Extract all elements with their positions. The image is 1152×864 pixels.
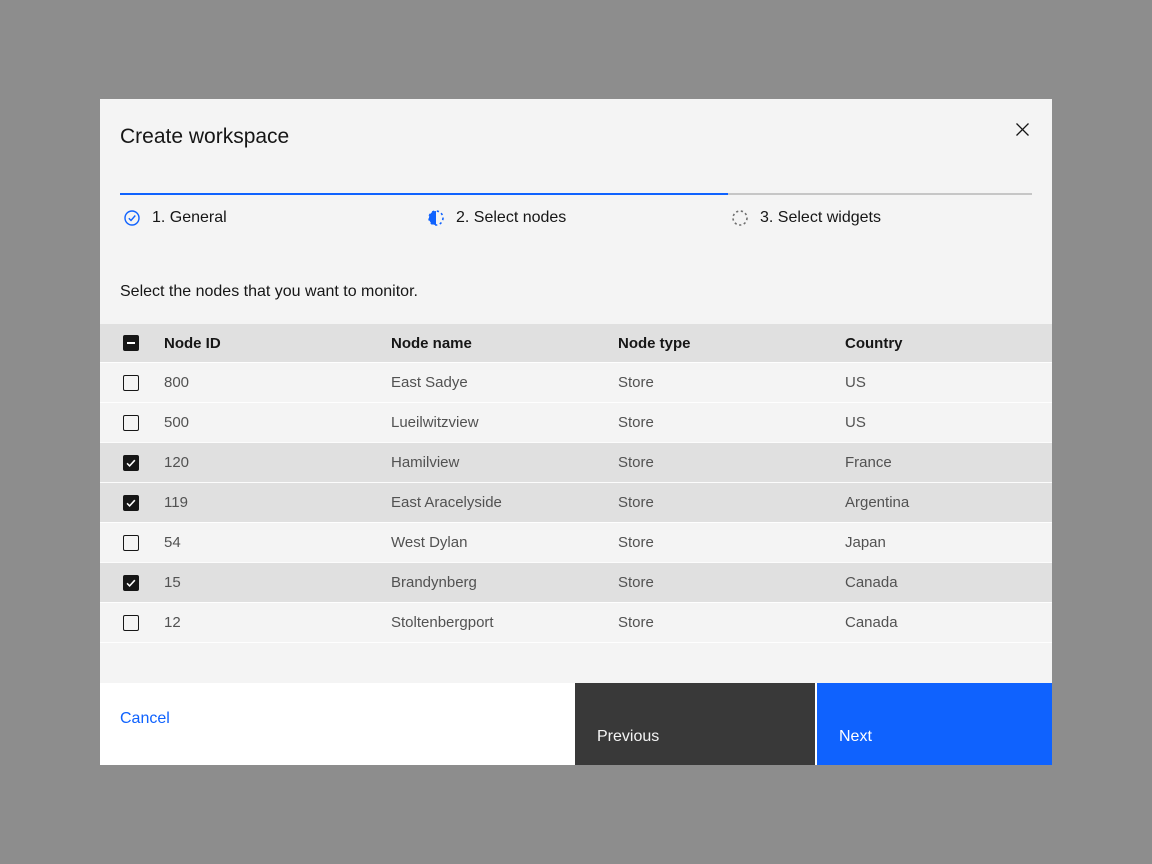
row-checkbox-cell (100, 403, 148, 442)
table-cell: 54 (148, 523, 375, 562)
table-row[interactable]: 54West DylanStoreJapan (100, 522, 1052, 562)
row-checkbox[interactable] (123, 615, 139, 631)
table-cell: Brandynberg (375, 563, 602, 602)
table-row[interactable]: 500LueilwitzviewStoreUS (100, 402, 1052, 442)
modal-description: Select the nodes that you want to monito… (120, 282, 1032, 302)
table-cell: US (829, 403, 1052, 442)
modal-title: Create workspace (120, 123, 1032, 151)
cancel-area: Cancel (100, 683, 575, 765)
indeterminate-dash-icon (127, 342, 135, 344)
page-overlay: Create workspace 1. General (0, 0, 1152, 864)
table-cell: Argentina (829, 483, 1052, 522)
row-checkbox-cell (100, 443, 148, 482)
close-icon (1015, 122, 1030, 137)
row-checkbox-cell (100, 363, 148, 402)
row-checkbox[interactable] (123, 495, 139, 511)
table-cell: Canada (829, 563, 1052, 602)
table-cell: Hamilview (375, 443, 602, 482)
table-cell: Japan (829, 523, 1052, 562)
table-cell: Store (602, 523, 829, 562)
table-cell: 120 (148, 443, 375, 482)
step-current-half-circle-icon (428, 210, 444, 226)
row-checkbox-cell (100, 603, 148, 642)
cancel-button[interactable]: Cancel (120, 710, 170, 727)
table-cell: West Dylan (375, 523, 602, 562)
row-checkbox-cell (100, 523, 148, 562)
select-all-cell (100, 324, 148, 362)
table-cell: US (829, 363, 1052, 402)
table-row[interactable]: 800East SadyeStoreUS (100, 362, 1052, 402)
table-cell: East Aracelyside (375, 483, 602, 522)
table-cell: 15 (148, 563, 375, 602)
table-cell: Store (602, 483, 829, 522)
column-header-node-type: Node type (602, 324, 829, 362)
modal-header: Create workspace (100, 99, 1052, 151)
step-incomplete-dashed-circle-icon (732, 210, 748, 226)
row-checkbox[interactable] (123, 375, 139, 391)
table-row[interactable]: 119East AracelysideStoreArgentina (100, 482, 1052, 522)
table-cell: Store (602, 603, 829, 642)
step-select-nodes[interactable]: 2. Select nodes (424, 195, 728, 228)
table-cell: 12 (148, 603, 375, 642)
row-checkbox[interactable] (123, 575, 139, 591)
table-cell: Store (602, 403, 829, 442)
column-header-country: Country (829, 324, 1052, 362)
create-workspace-modal: Create workspace 1. General (100, 99, 1052, 765)
table-cell: France (829, 443, 1052, 482)
row-checkbox[interactable] (123, 415, 139, 431)
table-row[interactable]: 15BrandynbergStoreCanada (100, 562, 1052, 602)
table-row[interactable]: 120HamilviewStoreFrance (100, 442, 1052, 482)
row-checkbox[interactable] (123, 455, 139, 471)
row-checkbox[interactable] (123, 535, 139, 551)
select-all-checkbox[interactable] (123, 335, 139, 351)
column-header-node-name: Node name (375, 324, 602, 362)
table-body: 800East SadyeStoreUS500LueilwitzviewStor… (100, 362, 1052, 643)
step-label: 2. Select nodes (456, 208, 566, 228)
table-row[interactable]: 12StoltenbergportStoreCanada (100, 602, 1052, 642)
step-general[interactable]: 1. General (120, 195, 424, 228)
column-header-node-id: Node ID (148, 324, 375, 362)
close-button[interactable] (1006, 113, 1038, 145)
progress-steps: 1. General 2. Select nodes 3. Select (120, 195, 1032, 228)
modal-footer: Cancel Previous Next (100, 683, 1052, 765)
step-label: 1. General (152, 208, 227, 228)
previous-button[interactable]: Previous (575, 683, 815, 765)
step-select-widgets[interactable]: 3. Select widgets (728, 195, 1032, 228)
table-cell: 800 (148, 363, 375, 402)
table-cell: 119 (148, 483, 375, 522)
table-cell: 500 (148, 403, 375, 442)
step-label: 3. Select widgets (760, 208, 881, 228)
table-cell: Canada (829, 603, 1052, 642)
table-header-row: Node ID Node name Node type Country (100, 324, 1052, 362)
step-complete-check-icon (124, 210, 140, 226)
row-checkbox-cell (100, 483, 148, 522)
next-button[interactable]: Next (817, 683, 1052, 765)
table-cell: Lueilwitzview (375, 403, 602, 442)
table-cell: East Sadye (375, 363, 602, 402)
table-cell: Stoltenbergport (375, 603, 602, 642)
table-cell: Store (602, 563, 829, 602)
nodes-table: Node ID Node name Node type Country 800E… (100, 324, 1052, 643)
table-cell: Store (602, 363, 829, 402)
table-cell: Store (602, 443, 829, 482)
row-checkbox-cell (100, 563, 148, 602)
